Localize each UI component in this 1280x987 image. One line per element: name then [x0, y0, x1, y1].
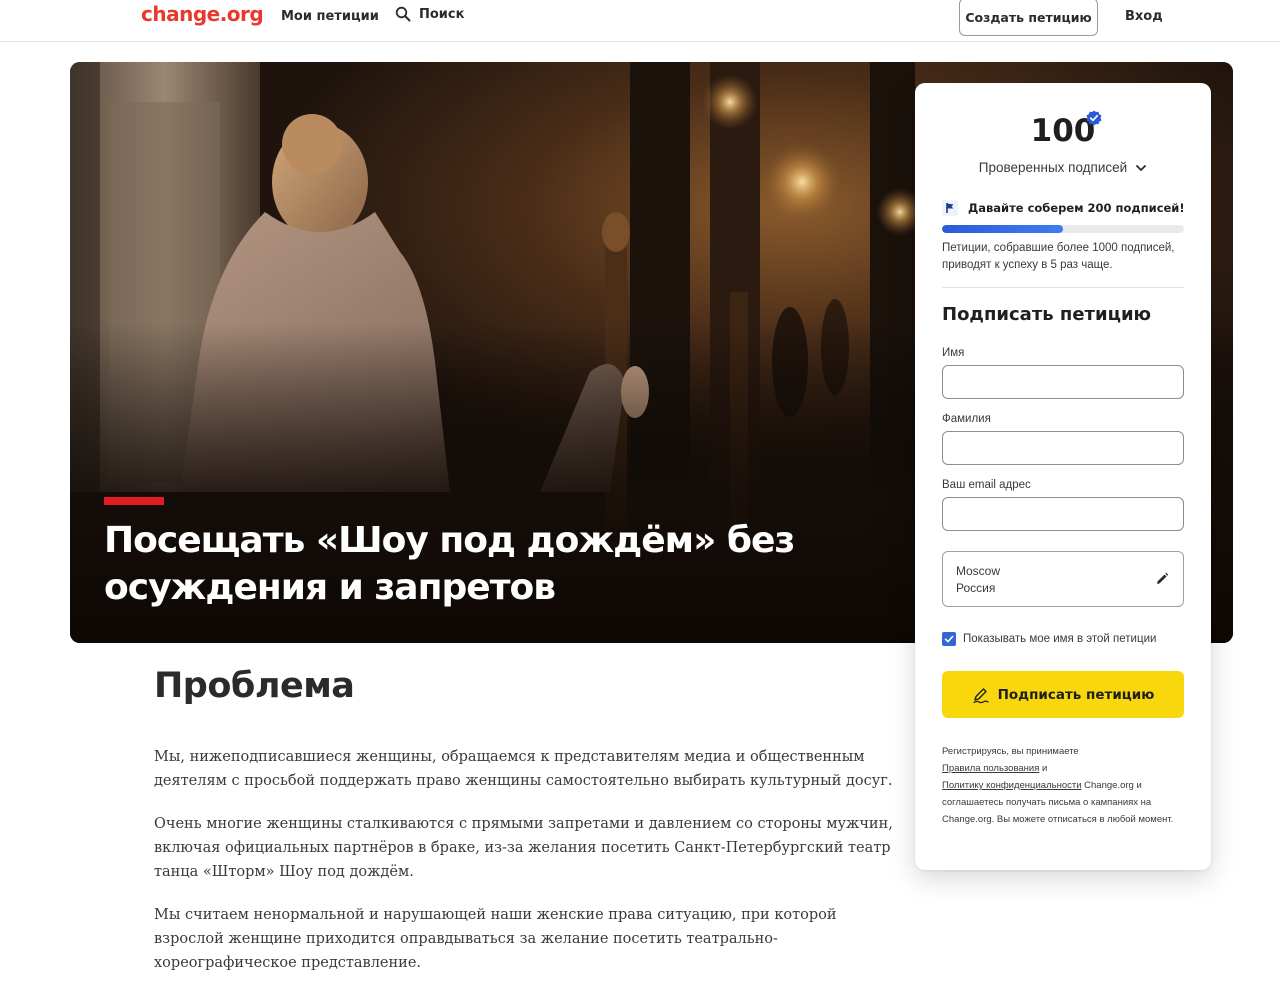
chevron-down-icon: [1136, 164, 1147, 171]
email-label: Ваш email адрес: [942, 479, 1031, 491]
legal-and: и: [1042, 763, 1048, 774]
sign-form-title: Подписать петицию: [942, 304, 1152, 325]
verified-badge-icon: [1086, 110, 1102, 126]
email-field[interactable]: [942, 497, 1184, 531]
sign-petition-card: 100 Проверенных подписей Давайте соберем…: [915, 83, 1211, 870]
progress-fill: [942, 225, 1063, 233]
hero-accent-bar: [104, 497, 164, 505]
create-petition-button[interactable]: Создать петицию: [959, 0, 1098, 36]
legal-intro: Регистрируясь, вы принимаете: [942, 746, 1079, 757]
privacy-link[interactable]: Политику конфиденциальности: [942, 780, 1082, 791]
location-country: Россия: [956, 581, 996, 595]
first-name-label: Имя: [942, 347, 965, 359]
verified-signatures-label: Проверенных подписей: [978, 160, 1128, 175]
divider: [942, 287, 1184, 288]
location-city: Moscow: [956, 564, 1001, 578]
verified-signatures-toggle[interactable]: Проверенных подписей: [915, 160, 1211, 175]
search-icon: [395, 6, 411, 22]
nav-search[interactable]: Поиск: [395, 6, 464, 22]
show-name-label: Показывать мое имя в этой петиции: [963, 633, 1157, 645]
nav-my-petitions[interactable]: Мои петиции: [281, 9, 379, 24]
signature-count: 100: [1030, 113, 1096, 149]
problem-paragraph-2: Очень многие женщины сталкиваются с прям…: [154, 816, 893, 880]
goal-row: Давайте соберем 200 подписей!: [942, 200, 1185, 216]
success-hint: Петиции, собравшие более 1000 подписей, …: [942, 242, 1175, 271]
terms-link[interactable]: Правила пользования: [942, 763, 1039, 774]
change-org-logo[interactable]: change.org: [141, 2, 264, 26]
flag-icon: [942, 200, 958, 216]
problem-heading: Проблема: [154, 666, 355, 706]
pencil-edit-icon[interactable]: [1155, 572, 1169, 586]
login-link[interactable]: Вход: [1125, 9, 1163, 24]
show-name-checkbox[interactable]: [942, 632, 956, 646]
location-field[interactable]: Moscow Россия: [942, 551, 1184, 607]
legal-text: Регистрируясь, вы принимаете Правила пол…: [942, 743, 1182, 828]
first-name-field[interactable]: [942, 365, 1184, 399]
site-header: change.org Мои петиции Поиск Создать пет…: [0, 0, 1280, 42]
last-name-label: Фамилия: [942, 413, 991, 425]
signature-pen-icon: [972, 687, 989, 703]
last-name-field[interactable]: [942, 431, 1184, 465]
problem-paragraph-3: Мы считаем ненормальной и нарушающей наш…: [154, 907, 837, 971]
petition-title: Посещать «Шоу под дождём» без осуждения …: [104, 520, 795, 608]
signature-progress-bar: [942, 225, 1184, 233]
goal-text: Давайте соберем 200 подписей!: [968, 201, 1185, 215]
checkmark-icon: [944, 635, 954, 643]
show-name-row[interactable]: Показывать мое имя в этой петиции: [942, 632, 1156, 646]
sign-petition-button[interactable]: Подписать петицию: [942, 671, 1184, 718]
sign-petition-button-label: Подписать петицию: [997, 686, 1155, 703]
nav-search-label: Поиск: [419, 6, 465, 22]
problem-paragraph-1: Мы, нижеподписавшиеся женщины, обращаемс…: [154, 749, 893, 789]
